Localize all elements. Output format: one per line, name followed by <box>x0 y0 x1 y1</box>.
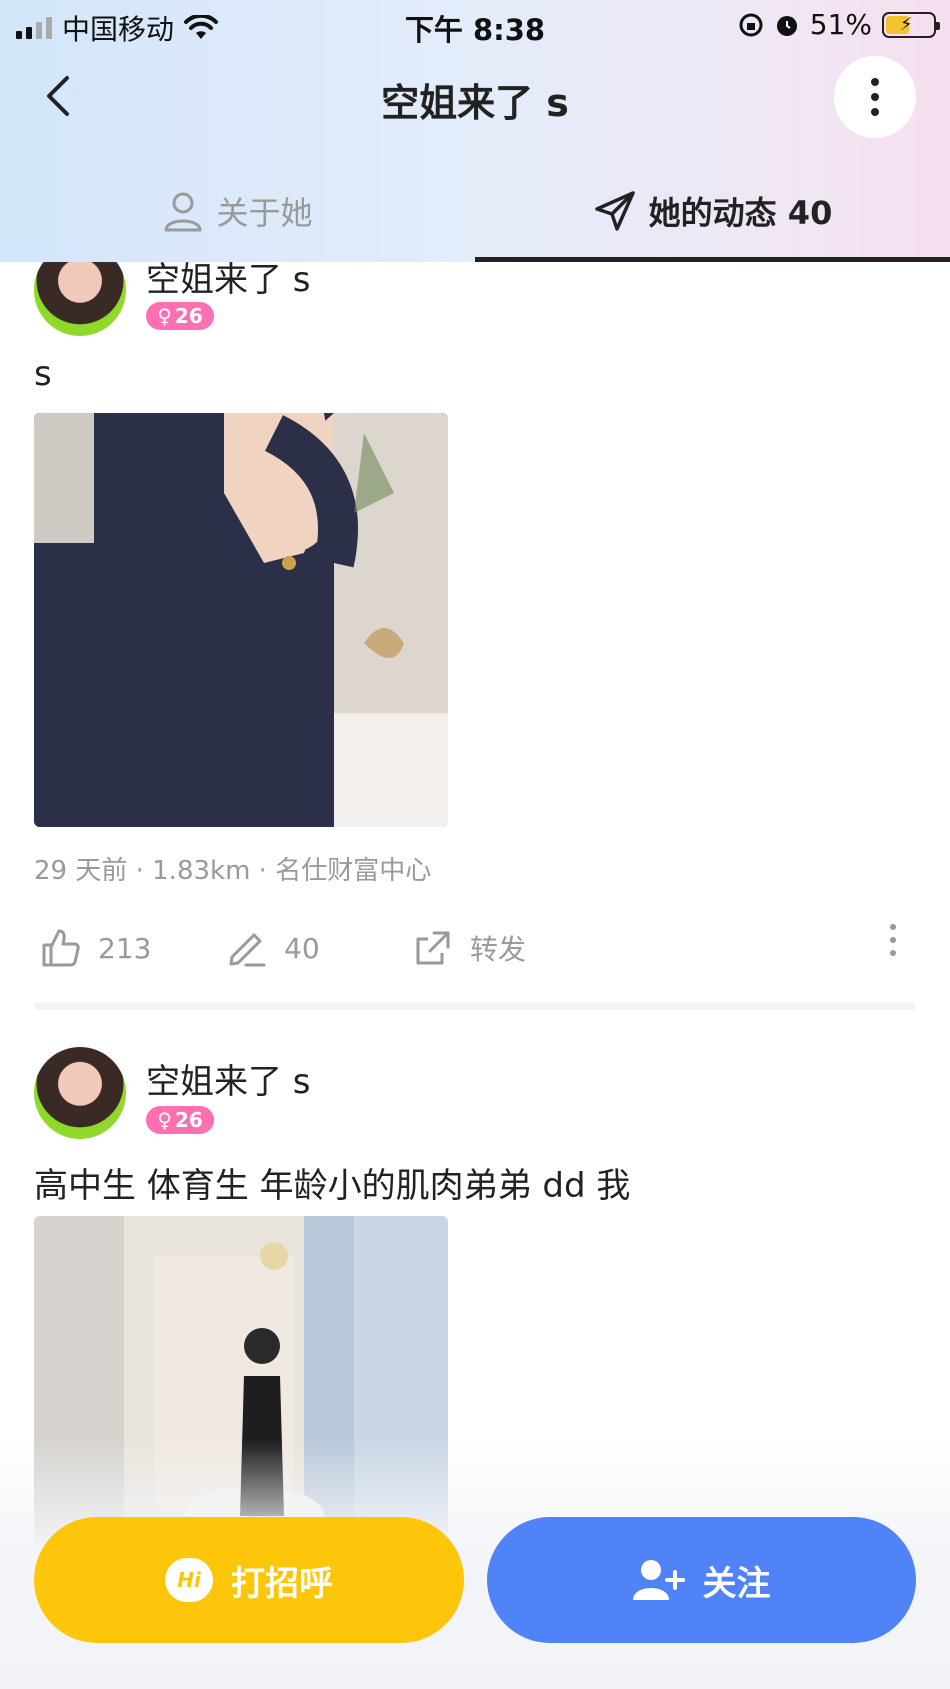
dot <box>871 93 879 101</box>
greet-button[interactable]: Hi 打招呼 <box>34 1517 464 1643</box>
alarm-icon <box>776 15 797 36</box>
female-icon: ♀ <box>157 1108 172 1132</box>
battery-percent: 51% <box>809 8 872 41</box>
add-user-icon <box>632 1560 685 1600</box>
share-label: 转发 <box>470 933 527 966</box>
page-title: 空姐来了 s <box>381 81 569 125</box>
like-button[interactable]: 213 <box>40 918 151 978</box>
female-icon: ♀ <box>157 304 172 328</box>
follow-label: 关注 <box>702 1563 771 1604</box>
tab-about-her[interactable]: 关于她 <box>0 160 475 262</box>
post-text: s <box>34 354 52 394</box>
profile-tabs: 关于她 她的动态 40 <box>0 160 950 262</box>
thumbs-up-icon <box>42 929 80 967</box>
rotation-lock-icon <box>739 13 763 36</box>
status-bar: 中国移动 下午 8:38 51% ⚡ <box>0 0 950 48</box>
pencil-icon <box>229 933 266 967</box>
dot <box>871 108 879 116</box>
tab-about-label: 关于她 <box>216 194 313 232</box>
like-count: 213 <box>98 931 152 965</box>
battery-icon: ⚡ <box>882 11 940 38</box>
dot <box>871 78 879 86</box>
gender-age-badge: ♀ 26 <box>146 1106 214 1134</box>
follow-button[interactable]: 关注 <box>487 1517 916 1643</box>
tab-her-moments[interactable]: 她的动态 40 <box>475 160 950 262</box>
post-divider <box>34 1002 916 1010</box>
person-icon <box>164 192 202 232</box>
more-options-button[interactable] <box>834 56 916 138</box>
share-button[interactable]: 转发 <box>412 918 526 978</box>
share-icon <box>416 931 450 965</box>
post-actions: 213 40 转发 <box>34 918 916 978</box>
post-card: 空姐来了 s ♀ 26 s 29 天前 · 1.83km · 名仕财富中心 21… <box>0 230 950 1010</box>
nav-bar: 空姐来了 s <box>0 48 950 148</box>
status-right: 51% ⚡ <box>738 8 940 41</box>
hi-bubble-icon: Hi <box>165 1558 213 1602</box>
gender-age-badge: ♀ 26 <box>146 302 214 330</box>
tab-moments-label: 她的动态 40 <box>648 194 833 232</box>
post-more-button[interactable] <box>890 924 896 956</box>
comment-button[interactable]: 40 <box>226 918 320 978</box>
post-text: 高中生 体育生 年龄小的肌肉弟弟 dd 我 <box>34 1166 631 1206</box>
age-value: 26 <box>174 1108 203 1132</box>
photo-illustration <box>34 413 448 827</box>
post-username[interactable]: 空姐来了 s <box>146 1054 311 1103</box>
comment-count: 40 <box>284 931 320 965</box>
age-value: 26 <box>174 304 203 328</box>
post-meta: 29 天前 · 1.83km · 名仕财富中心 <box>34 856 432 886</box>
paper-plane-icon <box>594 191 635 231</box>
post-photo[interactable] <box>34 413 448 827</box>
greet-label: 打招呼 <box>231 1563 333 1604</box>
active-tab-indicator <box>475 257 950 262</box>
avatar[interactable] <box>34 1047 126 1139</box>
